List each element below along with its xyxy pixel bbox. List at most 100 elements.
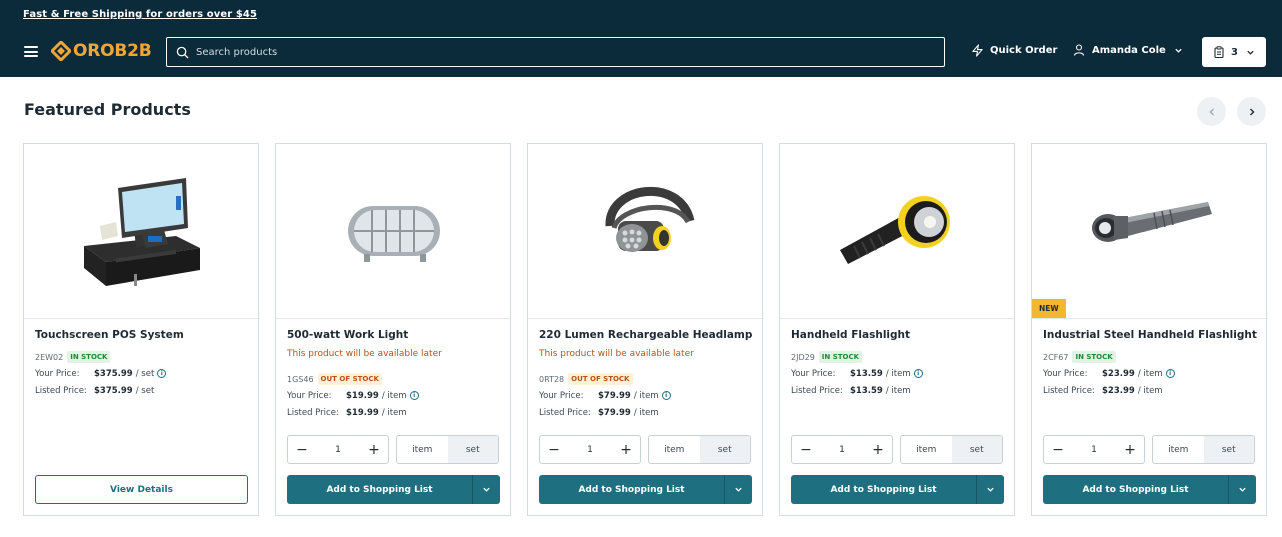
view-details-button[interactable]: View Details — [35, 475, 248, 504]
sku-row: 2JD29 IN STOCK — [791, 349, 1003, 365]
decrement-button[interactable]: − — [296, 443, 308, 457]
sku-row: 0RT28 OUT OF STOCK — [539, 371, 751, 387]
add-to-list-dropdown[interactable] — [724, 475, 752, 504]
user-name: Amanda Cole — [1092, 44, 1166, 56]
your-price-unit: / item — [885, 368, 911, 379]
shopping-list-button[interactable]: 3 — [1202, 37, 1266, 67]
listed-price-value: $13.59 — [850, 385, 883, 396]
product-card: 500-watt Work Light This product will be… — [275, 143, 511, 516]
increment-button[interactable]: + — [620, 443, 632, 457]
stock-badge: IN STOCK — [818, 351, 863, 363]
promo-link[interactable]: Fast & Free Shipping for orders over $45 — [23, 9, 257, 20]
unit-option-item[interactable]: item — [1153, 436, 1204, 463]
product-name[interactable]: 220 Lumen Rechargeable Headlamp — [539, 329, 752, 349]
clipboard-icon — [1214, 46, 1224, 58]
quantity-controls: − 1 + item set — [1043, 435, 1255, 464]
logo[interactable]: OROB2B — [51, 40, 152, 62]
quick-order-button[interactable]: Quick Order — [971, 44, 1057, 57]
chevron-down-icon — [987, 487, 994, 492]
unit-toggle: item set — [900, 435, 1003, 464]
add-to-shopping-list-button[interactable]: Add to Shopping List — [791, 475, 976, 504]
quantity-value[interactable]: 1 — [1091, 445, 1097, 455]
product-sku: 2EW02 — [35, 352, 64, 362]
your-price-label: Your Price: — [539, 390, 584, 401]
your-price-row: Your Price: $19.99 / item i — [287, 387, 499, 404]
product-name[interactable]: 500-watt Work Light — [287, 329, 499, 349]
stock-badge: OUT OF STOCK — [317, 373, 382, 385]
your-price-value: $23.99 — [1102, 368, 1135, 379]
carousel-prev-button[interactable] — [1197, 97, 1226, 126]
your-price-unit: / set — [135, 368, 155, 379]
unit-option-item[interactable]: item — [397, 436, 448, 463]
increment-button[interactable]: + — [368, 443, 380, 457]
add-to-list-group: Add to Shopping List — [539, 475, 752, 504]
add-to-list-dropdown[interactable] — [472, 475, 500, 504]
quick-order-label: Quick Order — [990, 45, 1058, 56]
product-card: NEW Industrial Steel Handheld Flashlight… — [1031, 143, 1267, 516]
carousel-next-button[interactable] — [1237, 97, 1266, 126]
decrement-button[interactable]: − — [548, 443, 560, 457]
product-name[interactable]: Handheld Flashlight — [791, 329, 1003, 349]
add-to-shopping-list-button[interactable]: Add to Shopping List — [1043, 475, 1228, 504]
section-title: Featured Products — [24, 100, 191, 119]
unit-option-set[interactable]: set — [951, 436, 1002, 463]
info-icon[interactable]: i — [157, 369, 167, 378]
your-price-value: $13.59 — [850, 368, 883, 379]
product-image[interactable] — [780, 144, 1014, 319]
decrement-button[interactable]: − — [1052, 443, 1064, 457]
search-icon — [176, 46, 189, 59]
product-image[interactable] — [24, 144, 258, 319]
listed-price-row: Listed Price: $13.59 / item — [791, 382, 1003, 399]
stock-badge: IN STOCK — [67, 351, 111, 363]
stock-badge: OUT OF STOCK — [568, 373, 633, 385]
quantity-value[interactable]: 1 — [587, 445, 593, 455]
availability-note: This product will be available later — [287, 349, 442, 359]
info-icon[interactable]: i — [1165, 369, 1175, 378]
listed-price-label: Listed Price: — [539, 407, 591, 418]
product-name[interactable]: Touchscreen POS System — [35, 329, 247, 349]
add-to-list-dropdown[interactable] — [1228, 475, 1256, 504]
listed-price-label: Listed Price: — [791, 385, 843, 396]
quantity-controls: − 1 + item set — [287, 435, 499, 464]
unit-option-set[interactable]: set — [699, 436, 750, 463]
listed-price-label: Listed Price: — [1043, 385, 1095, 396]
chevron-down-icon — [1239, 487, 1246, 492]
unit-option-set[interactable]: set — [1203, 436, 1254, 463]
your-price-row: Your Price: $23.99 / item i — [1043, 365, 1255, 382]
listed-price-unit: / item — [633, 407, 659, 418]
product-image[interactable] — [528, 144, 762, 319]
info-icon[interactable]: i — [913, 369, 923, 378]
product-name[interactable]: Industrial Steel Handheld Flashlight — [1043, 329, 1257, 349]
info-icon[interactable]: i — [409, 391, 419, 400]
product-card: Touchscreen POS System 2EW02 IN STOCK Yo… — [23, 143, 259, 516]
listed-price-label: Listed Price: — [287, 407, 339, 418]
decrement-button[interactable]: − — [800, 443, 812, 457]
add-to-list-group: Add to Shopping List — [1043, 475, 1256, 504]
info-icon[interactable]: i — [661, 391, 671, 400]
user-menu[interactable]: Amanda Cole — [1073, 44, 1183, 56]
search-box[interactable] — [166, 37, 945, 67]
unit-option-item[interactable]: item — [901, 436, 952, 463]
quantity-value[interactable]: 1 — [839, 445, 845, 455]
product-image[interactable] — [276, 144, 510, 319]
listed-price-value: $79.99 — [598, 407, 631, 418]
quantity-value[interactable]: 1 — [335, 445, 341, 455]
increment-button[interactable]: + — [1124, 443, 1136, 457]
product-image[interactable]: NEW — [1032, 144, 1266, 319]
search-input[interactable] — [196, 46, 896, 58]
pos-terminal-image — [84, 178, 200, 286]
flashlight-image — [840, 196, 950, 264]
unit-option-set[interactable]: set — [447, 436, 498, 463]
your-price-row: Your Price: $375.99 / set i — [35, 365, 247, 382]
unit-option-item[interactable]: item — [649, 436, 700, 463]
increment-button[interactable]: + — [872, 443, 884, 457]
add-to-shopping-list-button[interactable]: Add to Shopping List — [287, 475, 472, 504]
add-to-list-dropdown[interactable] — [976, 475, 1004, 504]
add-to-shopping-list-button[interactable]: Add to Shopping List — [539, 475, 724, 504]
work-light-image — [348, 206, 440, 262]
listed-price-row: Listed Price: $375.99 / set — [35, 382, 247, 399]
your-price-unit: / item — [633, 390, 659, 401]
logo-mark-icon — [51, 41, 71, 61]
menu-icon[interactable] — [24, 46, 38, 57]
quantity-controls: − 1 + item set — [539, 435, 751, 464]
